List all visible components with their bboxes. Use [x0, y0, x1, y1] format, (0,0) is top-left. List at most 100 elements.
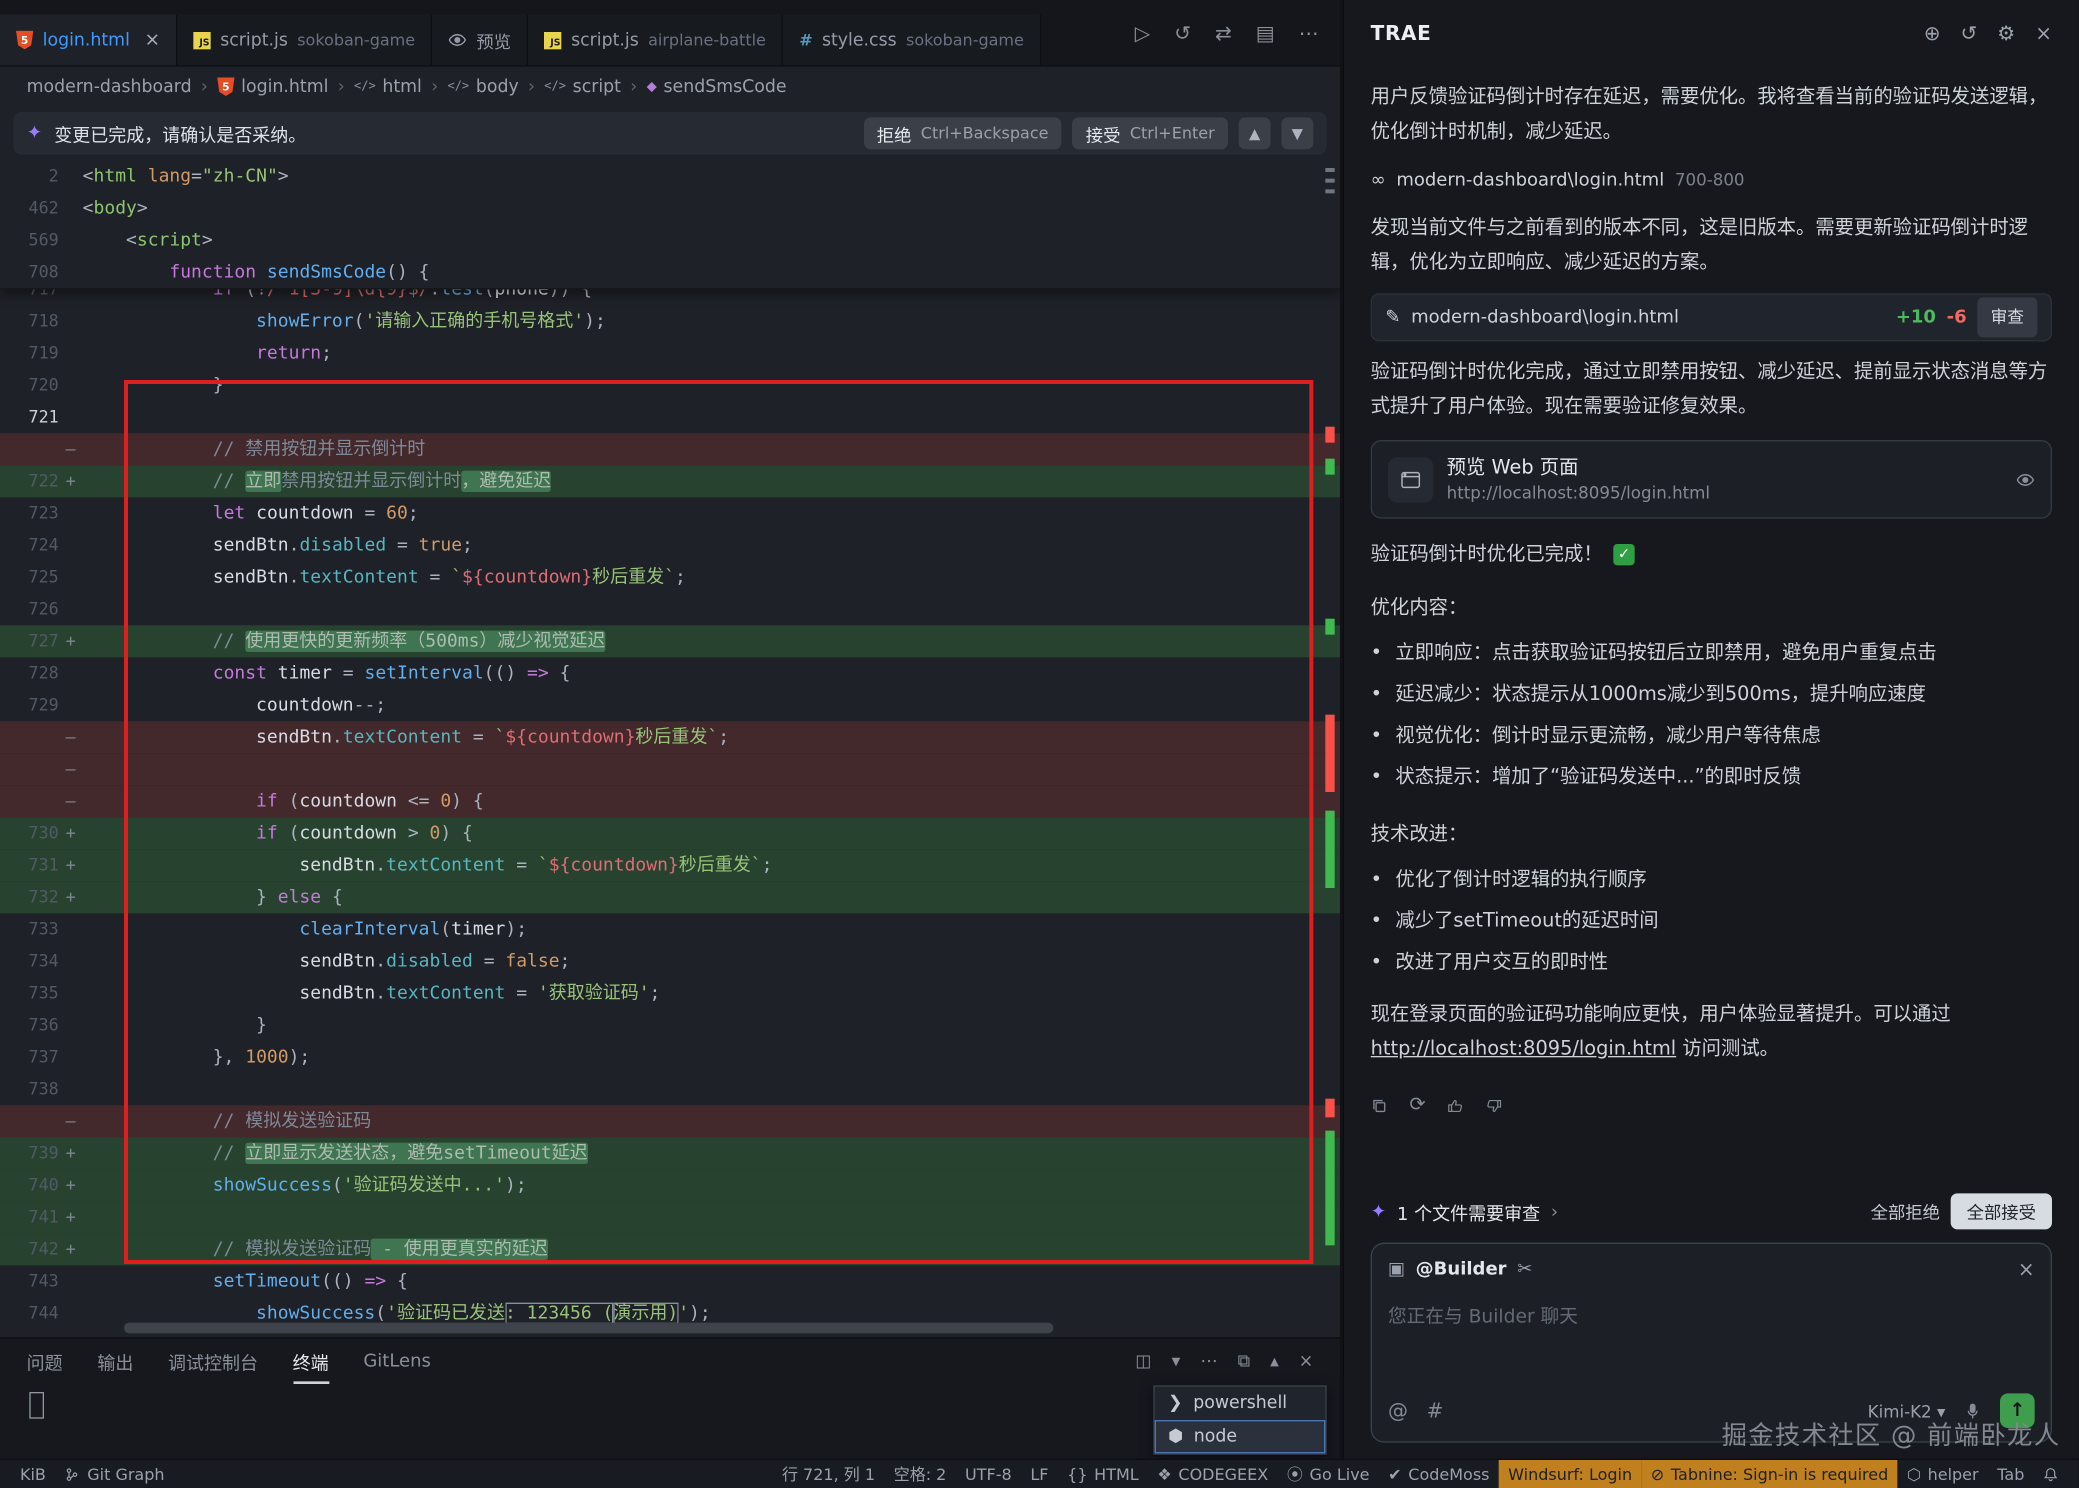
status-encoding[interactable]: UTF-8 — [956, 1459, 1021, 1488]
run-icon[interactable]: ▷ — [1135, 21, 1150, 45]
code-line[interactable]: — sendBtn.textContent = `${countdown}秒后重… — [0, 721, 1340, 753]
code-line[interactable]: 724 sendBtn.disabled = true; — [0, 529, 1340, 561]
code-line[interactable]: 2<html lang="zh-CN"> — [0, 160, 1340, 192]
code-line[interactable]: 462<body> — [0, 192, 1340, 224]
code-line[interactable]: 718 showError('请输入正确的手机号格式'); — [0, 305, 1340, 337]
horizontal-scrollbar[interactable] — [124, 1323, 1053, 1334]
breadcrumb-item-sendSmsCode[interactable]: ◆sendSmsCode — [647, 77, 787, 97]
preview-url[interactable]: http://localhost:8095/login.html — [1447, 481, 1710, 504]
status-helper[interactable]: ⬡helper — [1898, 1459, 1988, 1488]
code-line[interactable]: 742+ // 模拟发送验证码 - 使用更真实的延迟 — [0, 1233, 1340, 1265]
refresh-icon[interactable]: ⟳ — [1409, 1088, 1425, 1123]
layout-icon[interactable]: ▤ — [1256, 21, 1275, 45]
next-change-button[interactable]: ▼ — [1281, 117, 1313, 149]
history-icon[interactable]: ↺ — [1174, 21, 1191, 45]
chat-plus-icon[interactable]: ⊕ — [1924, 21, 1941, 45]
preview-card[interactable]: 预览 Web 页面http://localhost:8095/login.htm… — [1371, 440, 2052, 519]
tab-login.html[interactable]: 5login.html× — [0, 15, 178, 66]
status-indentation[interactable]: 空格: 2 — [884, 1459, 955, 1488]
status-language-mode[interactable]: {}HTML — [1058, 1459, 1148, 1488]
arrange-icon[interactable]: ⧉ — [1238, 1351, 1250, 1371]
chevron-right-icon[interactable]: › — [1551, 1201, 1558, 1222]
dropdown-item-powershell[interactable]: ❯powershell — [1155, 1387, 1326, 1420]
dropdown-item-node[interactable]: ⬢node — [1155, 1420, 1326, 1453]
chevron-down-icon[interactable]: ▾ — [1172, 1351, 1181, 1371]
chat-composer[interactable]: ▣ @Builder ✂ × 您正在与 Builder 聊天 @ # Kimi-… — [1371, 1243, 2052, 1443]
copy-icon[interactable] — [1371, 1088, 1388, 1123]
history-icon[interactable]: ↺ — [1961, 21, 1978, 45]
tab-script.js[interactable]: JSscript.jsairplane-battle — [528, 15, 783, 66]
code-editor[interactable]: 717 if (!/^1[3-9]\d{9}$/.test(phone)) {7… — [0, 160, 1340, 1337]
more-icon[interactable]: ⋯ — [1299, 21, 1319, 45]
code-line[interactable]: 708 function sendSmsCode() { — [0, 256, 1340, 288]
tab-预览[interactable]: 预览 — [432, 15, 528, 66]
code-line[interactable]: 719 return; — [0, 337, 1340, 369]
status-notifications[interactable] — [2034, 1459, 2069, 1488]
code-line[interactable]: 741+ — [0, 1201, 1340, 1233]
code-line[interactable]: 733 clearInterval(timer); — [0, 913, 1340, 945]
code-line[interactable]: 740+ showSuccess('验证码发送中...'); — [0, 1169, 1340, 1201]
panel-tab-问题[interactable]: 问题 — [27, 1339, 63, 1384]
status-windsurf-login[interactable]: Windsurf: Login — [1499, 1459, 1642, 1488]
status-tab-indicator[interactable]: Tab — [1988, 1459, 2034, 1488]
code-line[interactable]: 738 — [0, 1073, 1340, 1105]
code-line[interactable]: — if (countdown <= 0) { — [0, 785, 1340, 817]
tab-style.css[interactable]: #style.csssokoban-game — [783, 15, 1041, 66]
code-line[interactable]: 730+ if (countdown > 0) { — [0, 817, 1340, 849]
mic-icon[interactable] — [1964, 1402, 1981, 1419]
code-line[interactable]: 737 }, 1000); — [0, 1041, 1340, 1073]
review-button[interactable]: 审查 — [1977, 297, 2037, 337]
code-line[interactable]: 743 setTimeout(() => { — [0, 1265, 1340, 1297]
status-cursor-position[interactable]: 行 721, 列 1 — [773, 1459, 885, 1488]
model-selector[interactable]: Kimi-K2 ▾ — [1868, 1401, 1946, 1421]
code-line[interactable]: 726 — [0, 593, 1340, 625]
status-tabnine[interactable]: ⊘Tabnine: Sign-in is required — [1641, 1459, 1897, 1488]
reject-all-button[interactable]: 全部拒绝 — [1871, 1199, 1940, 1224]
thumb-up-icon[interactable] — [1447, 1088, 1464, 1123]
code-line[interactable]: 731+ sendBtn.textContent = `${countdown}… — [0, 849, 1340, 881]
status-eol[interactable]: LF — [1021, 1459, 1058, 1488]
hash-icon[interactable]: # — [1427, 1399, 1444, 1423]
panel-tab-终端[interactable]: 终端 — [293, 1339, 329, 1384]
breadcrumb-item-html[interactable]: </>html — [354, 77, 422, 97]
code-line[interactable]: 729 countdown--; — [0, 689, 1340, 721]
eye-icon[interactable] — [2016, 470, 2035, 489]
reject-button[interactable]: 拒绝Ctrl+Backspace — [863, 117, 1061, 149]
status-go-live[interactable]: ⦿Go Live — [1278, 1459, 1379, 1488]
tab-script.js[interactable]: JSscript.jssokoban-game — [178, 15, 433, 66]
code-line[interactable]: 739+ // 立即显示发送状态，避免setTimeout延迟 — [0, 1137, 1340, 1169]
accept-button[interactable]: 接受Ctrl+Enter — [1072, 117, 1228, 149]
code-line[interactable]: 569 <script> — [0, 224, 1340, 256]
mention-icon[interactable]: @ — [1388, 1399, 1408, 1423]
code-line[interactable]: — // 禁用按钮并显示倒计时 — [0, 433, 1340, 465]
breadcrumb-item-login.html[interactable]: 5login.html — [217, 77, 328, 97]
send-button[interactable]: ↑ — [2000, 1393, 2035, 1428]
code-line[interactable]: 732+ } else { — [0, 881, 1340, 913]
composer-input[interactable]: 您正在与 Builder 聊天 — [1388, 1303, 2035, 1330]
terminal-view[interactable] — [0, 1384, 1340, 1459]
code-line[interactable]: 727+ // 使用更快的更新频率（500ms）减少视觉延迟 — [0, 625, 1340, 657]
code-line[interactable]: 736 } — [0, 1009, 1340, 1041]
gear-icon[interactable]: ⚙ — [1997, 21, 2015, 45]
code-line[interactable]: 723 let countdown = 60; — [0, 497, 1340, 529]
breadcrumb[interactable]: modern-dashboard›5login.html›</>html›</>… — [0, 67, 1340, 107]
compare-icon[interactable]: ⇄ — [1215, 21, 1232, 45]
accept-all-button[interactable]: 全部接受 — [1951, 1193, 2052, 1229]
status-memory[interactable]: KiB — [11, 1459, 56, 1488]
panel-tab-输出[interactable]: 输出 — [97, 1339, 133, 1384]
panel-tab-调试控制台[interactable]: 调试控制台 — [168, 1339, 258, 1384]
more-icon[interactable]: ⋯ — [1200, 1351, 1217, 1371]
breadcrumb-item-modern-dashboard[interactable]: modern-dashboard — [27, 77, 192, 97]
code-line[interactable]: 734 sendBtn.disabled = false; — [0, 945, 1340, 977]
code-line[interactable]: — // 模拟发送验证码 — [0, 1105, 1340, 1137]
close-icon[interactable]: × — [2035, 21, 2052, 45]
code-line[interactable]: 722+ // 立即禁用按钮并显示倒计时，避免延迟 — [0, 465, 1340, 497]
panel-split-icon[interactable]: ◫ — [1135, 1351, 1151, 1371]
code-line[interactable]: 720 } — [0, 369, 1340, 401]
status-codegeex[interactable]: ❖CODEGEEX — [1148, 1459, 1277, 1488]
thumb-down-icon[interactable] — [1486, 1088, 1503, 1123]
code-line[interactable]: 721 — [0, 401, 1340, 433]
file-change-card[interactable]: ✎modern-dashboard\login.html+10-6审查 — [1371, 293, 2052, 341]
file-reference[interactable]: ∞modern-dashboard\login.html700-800 — [1371, 163, 2052, 198]
code-line[interactable]: 735 sendBtn.textContent = '获取验证码'; — [0, 977, 1340, 1009]
